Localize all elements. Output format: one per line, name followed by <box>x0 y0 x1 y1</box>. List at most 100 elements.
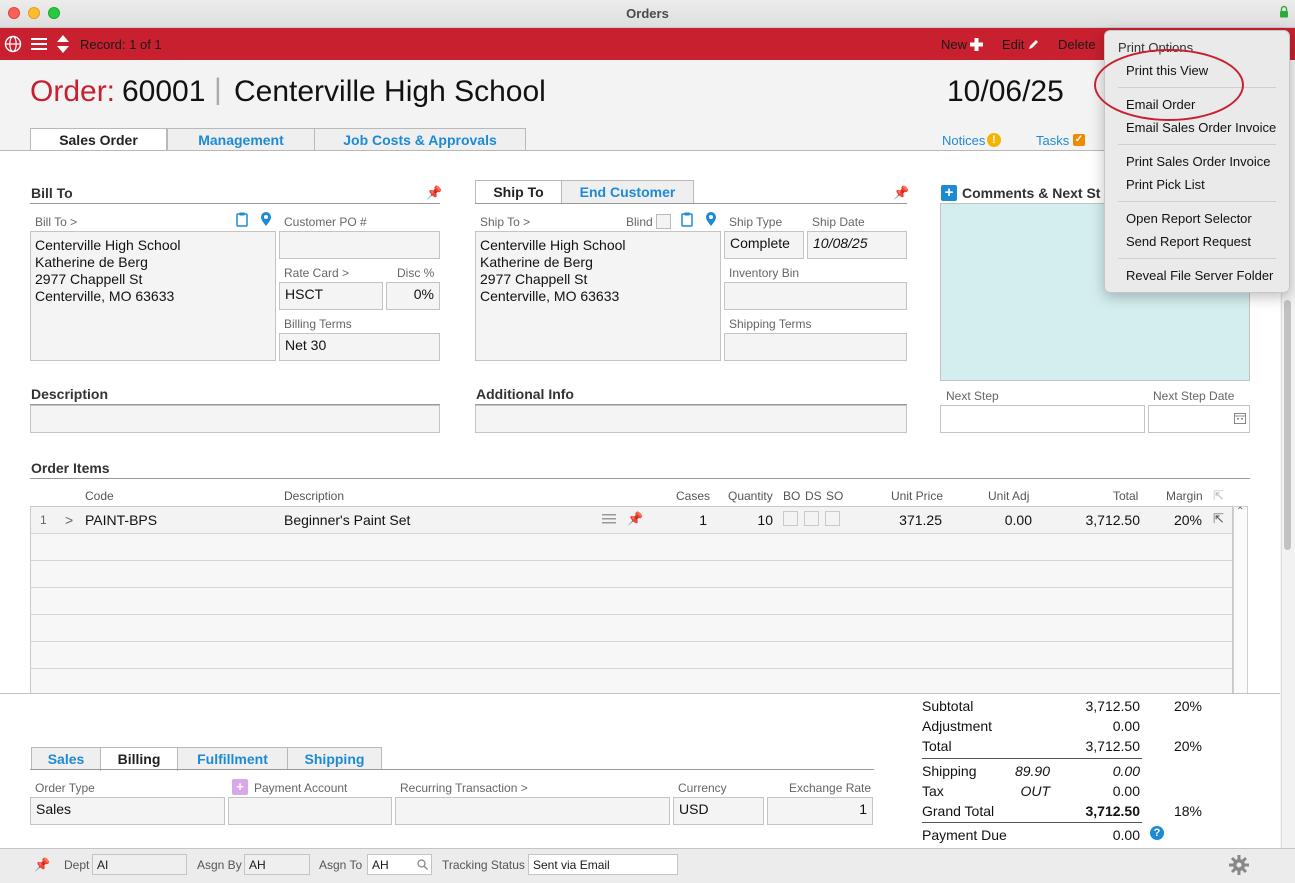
menu-item-send-report-request[interactable]: Send Report Request <box>1126 234 1251 249</box>
notices-link[interactable]: Notices <box>942 133 985 148</box>
rate-card-field[interactable]: HSCT <box>279 282 383 310</box>
adjustment-value[interactable]: 0.00 <box>1060 718 1140 734</box>
edit-button[interactable]: Edit <box>1002 37 1024 52</box>
gear-icon[interactable] <box>1228 854 1250 876</box>
rate-card-label[interactable]: Rate Card > <box>284 266 349 280</box>
ds-checkbox[interactable] <box>804 511 819 526</box>
column-header-total[interactable]: Total <box>1113 489 1138 503</box>
description-field[interactable] <box>30 405 440 433</box>
map-pin-icon[interactable] <box>705 212 717 227</box>
column-header-quantity[interactable]: Quantity <box>728 489 773 503</box>
asgn-by-field[interactable]: AH <box>244 854 310 875</box>
blind-checkbox[interactable] <box>656 214 671 229</box>
item-quantity[interactable]: 10 <box>733 512 773 528</box>
tab-sales[interactable]: Sales <box>31 747 101 770</box>
column-header-bo[interactable]: BO <box>783 489 800 503</box>
ship-type-field[interactable]: Complete <box>724 231 804 259</box>
column-header-description[interactable]: Description <box>284 489 344 503</box>
recurring-transaction-label[interactable]: Recurring Transaction > <box>400 781 528 795</box>
notes-icon[interactable] <box>602 513 616 525</box>
tracking-status-field[interactable]: Sent via Email <box>528 854 678 875</box>
item-cases[interactable]: 1 <box>670 512 707 528</box>
pin-icon[interactable]: 📌 <box>34 857 50 873</box>
clipboard-icon[interactable] <box>236 212 248 227</box>
tab-management[interactable]: Management <box>167 128 315 151</box>
column-header-margin[interactable]: Margin <box>1166 489 1203 503</box>
open-item-icon[interactable]: ⇱ <box>1213 511 1224 527</box>
table-row[interactable] <box>31 642 1232 669</box>
new-button[interactable]: New <box>941 37 967 52</box>
column-header-cases[interactable]: Cases <box>676 489 710 503</box>
table-row[interactable] <box>31 561 1232 588</box>
pin-icon[interactable]: 📌 <box>426 185 442 201</box>
scrollbar-thumb[interactable] <box>1284 300 1291 550</box>
delete-button[interactable]: Delete <box>1058 37 1096 52</box>
column-header-unit-adj[interactable]: Unit Adj <box>988 489 1029 503</box>
bill-to-address[interactable]: Centerville High School Katherine de Ber… <box>30 231 276 361</box>
recurring-transaction-field[interactable] <box>395 797 670 825</box>
ship-to-address[interactable]: Centerville High School Katherine de Ber… <box>475 231 721 361</box>
menu-item-email-sales-order-invoice[interactable]: Email Sales Order Invoice <box>1126 120 1276 135</box>
column-header-so[interactable]: SO <box>826 489 843 503</box>
tasks-link[interactable]: Tasks <box>1036 133 1069 148</box>
item-code[interactable]: PAINT-BPS <box>85 512 157 528</box>
bo-checkbox[interactable] <box>783 511 798 526</box>
table-row[interactable] <box>31 534 1232 561</box>
dept-field[interactable]: AI <box>92 854 187 875</box>
shipping-value[interactable]: 0.00 <box>1060 763 1140 779</box>
menu-item-reveal-file-server-folder[interactable]: Reveal File Server Folder <box>1126 268 1273 283</box>
shipping-terms-field[interactable] <box>724 333 907 361</box>
help-icon[interactable]: ? <box>1150 826 1164 840</box>
ship-date-field[interactable]: 10/08/25 <box>807 231 907 259</box>
so-checkbox[interactable] <box>825 511 840 526</box>
list-view-icon[interactable] <box>31 37 47 51</box>
tab-ship-to[interactable]: Ship To <box>475 180 562 204</box>
tab-fulfillment[interactable]: Fulfillment <box>177 747 288 770</box>
table-row[interactable] <box>31 588 1232 615</box>
additional-info-field[interactable] <box>475 405 907 433</box>
currency-field[interactable]: USD <box>673 797 764 825</box>
clipboard-icon[interactable] <box>681 212 693 227</box>
ship-to-label[interactable]: Ship To > <box>480 215 530 229</box>
record-navigate-icon[interactable] <box>56 34 70 54</box>
tab-sales-order[interactable]: Sales Order <box>30 128 167 152</box>
tab-shipping[interactable]: Shipping <box>287 747 382 770</box>
bill-to-label[interactable]: Bill To > <box>35 215 77 229</box>
grid-scrollbar[interactable] <box>1233 506 1248 694</box>
tab-billing[interactable]: Billing <box>100 747 178 771</box>
column-header-code[interactable]: Code <box>85 489 114 503</box>
item-unit-adj[interactable]: 0.00 <box>960 512 1032 528</box>
add-comment-button[interactable]: + <box>941 185 957 201</box>
pin-icon[interactable]: 📌 <box>627 511 643 527</box>
column-header-unit-price[interactable]: Unit Price <box>891 489 943 503</box>
item-unit-price[interactable]: 371.25 <box>870 512 942 528</box>
tax-code[interactable]: OUT <box>990 783 1050 799</box>
order-type-field[interactable]: Sales <box>30 797 225 825</box>
menu-item-print-pick-list[interactable]: Print Pick List <box>1126 177 1205 192</box>
next-step-field[interactable] <box>940 405 1145 433</box>
table-row[interactable] <box>31 669 1232 696</box>
menu-item-open-report-selector[interactable]: Open Report Selector <box>1126 211 1252 226</box>
map-pin-icon[interactable] <box>260 212 272 227</box>
inventory-bin-field[interactable] <box>724 282 907 310</box>
tab-end-customer[interactable]: End Customer <box>561 180 694 203</box>
add-payment-account-icon[interactable]: + <box>232 779 248 795</box>
tab-job-costs[interactable]: Job Costs & Approvals <box>314 128 526 151</box>
shipping-cost[interactable]: 89.90 <box>990 763 1050 779</box>
pin-icon[interactable]: 📌 <box>893 185 909 201</box>
billing-terms-field[interactable]: Net 30 <box>279 333 440 361</box>
disc-field[interactable]: 0% <box>386 282 440 310</box>
payment-account-field[interactable] <box>228 797 392 825</box>
scroll-up-arrow-icon[interactable]: ⌃ <box>1236 506 1244 517</box>
calendar-icon[interactable] <box>1234 412 1246 424</box>
address-line: 2977 Chappell St <box>480 271 588 287</box>
menu-item-print-sales-order-invoice[interactable]: Print Sales Order Invoice <box>1126 154 1271 169</box>
customer-po-field[interactable] <box>279 231 440 259</box>
search-icon[interactable] <box>417 859 428 870</box>
row-expand-arrow[interactable]: > <box>65 512 73 528</box>
table-row[interactable] <box>31 615 1232 642</box>
exchange-rate-field[interactable]: 1 <box>767 797 873 825</box>
globe-icon[interactable] <box>4 35 22 53</box>
item-description[interactable]: Beginner's Paint Set <box>284 512 410 528</box>
column-header-ds[interactable]: DS <box>805 489 822 503</box>
